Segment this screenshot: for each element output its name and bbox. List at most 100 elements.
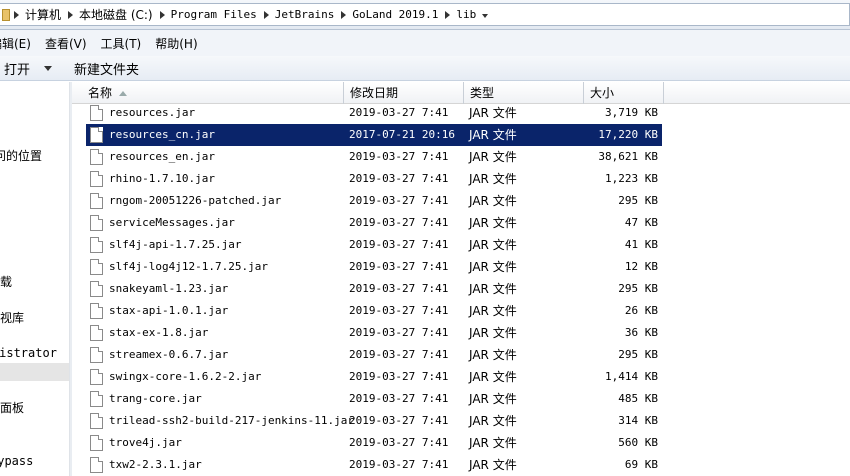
file-icon (90, 237, 103, 253)
file-size: 314 KB (618, 414, 658, 427)
menu-view[interactable]: 查看(V) (38, 35, 94, 52)
file-row[interactable]: streamex-0.6.7.jar 2019-03-27 7:41 JAR 文件 2… (86, 344, 662, 366)
file-type: JAR 文件 (469, 436, 517, 450)
file-row[interactable]: resources.jar 2019-03-27 7:41 JAR 文件 3,719 … (86, 102, 662, 124)
file-icon (90, 457, 103, 473)
file-row[interactable]: trilead-ssh2-build-217-jenkins-11.jar 201… (86, 410, 662, 432)
file-date: 2019-03-27 7:41 (349, 348, 449, 361)
file-icon (90, 413, 103, 429)
file-icon (90, 171, 103, 187)
file-type: JAR 文件 (469, 414, 517, 428)
file-size: 38,621 KB (598, 150, 658, 163)
file-name: trilead-ssh2-build-217-jenkins-11.jar (109, 414, 355, 427)
chevron-down-icon[interactable] (44, 65, 53, 71)
file-date: 2019-03-27 7:41 (349, 458, 449, 471)
file-name: slf4j-api-1.7.25.jar (109, 238, 242, 251)
chevron-right-icon[interactable] (14, 10, 19, 19)
file-name: rhino-1.7.10.jar (109, 172, 215, 185)
file-date: 2019-03-27 7:41 (349, 370, 449, 383)
menu-tools[interactable]: 工具(T) (94, 35, 149, 52)
nav-item-downloads[interactable]: 下载 (0, 273, 12, 290)
chevron-right-icon[interactable] (263, 10, 269, 19)
column-header-name[interactable]: 名称 (82, 82, 344, 104)
breadcrumb-local-disk[interactable]: 本地磁盘 (C:) (79, 6, 153, 23)
file-name: stax-api-1.0.1.jar (109, 304, 229, 317)
file-row[interactable]: stax-api-1.0.1.jar 2019-03-27 7:41 JAR 文件 2… (86, 300, 662, 322)
file-type: JAR 文件 (469, 216, 517, 230)
file-type: JAR 文件 (469, 238, 517, 252)
menu-bar: 编辑(E) 查看(V) 工具(T) 帮助(H) (0, 30, 850, 56)
file-date: 2019-03-27 7:41 (349, 216, 449, 229)
file-size: 12 KB (624, 260, 658, 273)
nav-item-bypass[interactable]: Bypass (0, 454, 33, 468)
file-row[interactable]: swingx-core-1.6.2-2.jar 2019-03-27 7:41 JA… (86, 366, 662, 388)
chevron-right-icon[interactable] (341, 10, 347, 19)
breadcrumb-computer[interactable]: 计算机 (25, 6, 61, 23)
file-row[interactable]: slf4j-log4j12-1.7.25.jar 2019-03-27 7:41 J… (86, 256, 662, 278)
chevron-right-icon[interactable] (445, 10, 451, 19)
chevron-right-icon[interactable] (159, 10, 165, 19)
file-row[interactable]: trang-core.jar 2019-03-27 7:41 JAR 文件 485 K… (86, 388, 662, 410)
breadcrumb[interactable]: 计算机 本地磁盘 (C:) Program Files JetBrains Go… (0, 3, 850, 26)
column-header-date[interactable]: 修改日期 (344, 82, 464, 104)
file-type: JAR 文件 (469, 370, 517, 384)
file-row[interactable]: resources_en.jar 2019-03-27 7:41 JAR 文件 38,… (86, 146, 662, 168)
breadcrumb-lib[interactable]: lib (456, 8, 476, 21)
breadcrumb-program-files[interactable]: Program Files (171, 8, 257, 21)
column-header-type[interactable]: 类型 (464, 82, 584, 104)
file-icon (90, 281, 103, 297)
file-row[interactable]: rngom-20051226-patched.jar 2019-03-27 7:4… (86, 190, 662, 212)
file-date: 2019-03-27 7:41 (349, 172, 449, 185)
file-size: 1,414 KB (605, 370, 658, 383)
menu-help[interactable]: 帮助(H) (148, 35, 204, 52)
file-type: JAR 文件 (469, 172, 517, 186)
file-icon (90, 193, 103, 209)
file-row[interactable]: serviceMessages.jar 2019-03-27 7:41 JAR 文件… (86, 212, 662, 234)
file-icon (90, 347, 103, 363)
file-name: resources_cn.jar (109, 128, 215, 141)
file-date: 2019-03-27 7:41 (349, 194, 449, 207)
file-row[interactable]: trove4j.jar 2019-03-27 7:41 JAR 文件 560 KB (86, 432, 662, 454)
new-folder-button[interactable]: 新建文件夹 (70, 59, 143, 78)
file-size: 26 KB (624, 304, 658, 317)
address-bar: 计算机 本地磁盘 (C:) Program Files JetBrains Go… (0, 0, 850, 30)
breadcrumb-jetbrains[interactable]: JetBrains (275, 8, 335, 21)
file-icon (90, 127, 103, 143)
open-button[interactable]: 打开 (0, 59, 70, 78)
file-row[interactable]: rhino-1.7.10.jar 2019-03-27 7:41 JAR 文件 1,2… (86, 168, 662, 190)
file-date: 2019-03-27 7:41 (349, 414, 449, 427)
file-row[interactable]: resources_cn.jar 2017-07-21 20:16 JAR 文件 17… (86, 124, 662, 146)
file-size: 36 KB (624, 326, 658, 339)
nav-item-recent-places[interactable]: 最近访问的位置 (0, 147, 42, 164)
folder-icon (2, 8, 10, 21)
file-type: JAR 文件 (469, 348, 517, 362)
chevron-right-icon[interactable] (68, 10, 74, 19)
nav-item-video-library[interactable]: 影视库 (0, 309, 24, 326)
file-name: streamex-0.6.7.jar (109, 348, 229, 361)
file-row[interactable]: stax-ex-1.8.jar 2019-03-27 7:41 JAR 文件 36 K… (86, 322, 662, 344)
breadcrumb-goland[interactable]: GoLand 2019.1 (352, 8, 438, 21)
file-icon (90, 369, 103, 385)
file-date: 2019-03-27 7:41 (349, 326, 449, 339)
file-name: rngom-20051226-patched.jar (109, 194, 282, 207)
toolbar: 打开 新建文件夹 (0, 56, 850, 81)
file-row[interactable]: snakeyaml-1.23.jar 2019-03-27 7:41 JAR 文件 2… (86, 278, 662, 300)
column-header-size[interactable]: 大小 (584, 82, 664, 104)
navigation-pane[interactable]: 最近访问的位置 下载 影视库 Administrator 控制面板 Bypass (0, 82, 70, 476)
file-icon (90, 105, 103, 121)
file-icon (90, 215, 103, 231)
file-size: 69 KB (624, 458, 658, 471)
nav-item-administrator[interactable]: Administrator (0, 346, 57, 360)
file-list[interactable]: 名称 修改日期 类型 大小 resources.jar 2019-03-27 7:… (72, 82, 850, 476)
menu-edit[interactable]: 编辑(E) (0, 35, 38, 52)
file-row[interactable]: slf4j-api-1.7.25.jar 2019-03-27 7:41 JAR 文… (86, 234, 662, 256)
file-type: JAR 文件 (469, 106, 517, 120)
nav-item-control-panel[interactable]: 控制面板 (0, 399, 24, 416)
file-row[interactable]: txw2-2.3.1.jar 2019-03-27 7:41 JAR 文件 69 KB (86, 454, 662, 476)
column-header-row: 名称 修改日期 类型 大小 (72, 82, 850, 104)
file-type: JAR 文件 (469, 304, 517, 318)
file-name: trove4j.jar (109, 436, 182, 449)
file-date: 2019-03-27 7:41 (349, 304, 449, 317)
file-date: 2019-03-27 7:41 (349, 238, 449, 251)
chevron-down-icon[interactable] (482, 13, 489, 18)
